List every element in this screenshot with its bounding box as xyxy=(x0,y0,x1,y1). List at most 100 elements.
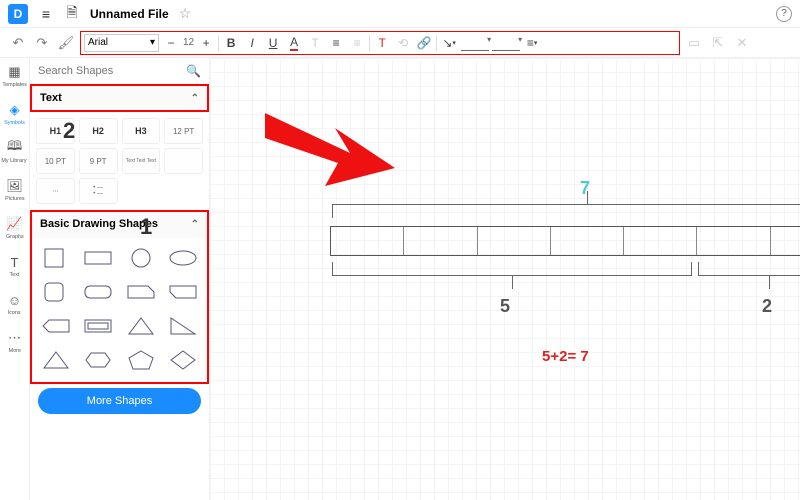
bar-cell[interactable] xyxy=(404,227,477,255)
nav-more[interactable]: ⋯More xyxy=(7,330,23,354)
diagram-total-label: 7 xyxy=(580,178,590,199)
file-icon[interactable]: 🗎 xyxy=(64,6,80,22)
text-blank[interactable] xyxy=(164,148,203,174)
text-10pt[interactable]: 10 PT xyxy=(36,148,75,174)
text-color-button[interactable]: A xyxy=(285,34,303,52)
nav-graphs[interactable]: 📈Graphs xyxy=(5,216,25,240)
library-icon: 🕮 xyxy=(6,140,22,156)
app-logo[interactable]: D xyxy=(8,4,28,24)
connector-button[interactable]: ↘▾ xyxy=(440,34,458,52)
underline-button[interactable]: U xyxy=(264,34,282,52)
diagram-left-label: 5 xyxy=(500,296,510,317)
text-style-button[interactable]: T xyxy=(373,34,391,52)
templates-icon: ▦ xyxy=(6,64,22,80)
align-button[interactable]: ≡ xyxy=(327,34,345,52)
bracket-bottom-right xyxy=(698,262,800,276)
text-12pt[interactable]: 12 PT xyxy=(164,118,203,144)
format-toolbar: Arial▾ − 12 + B I U A T ≡ ≡ T ⟲ 🔗 ↘▾ ≡▾ xyxy=(80,31,680,55)
shape-square[interactable] xyxy=(38,244,74,272)
section-shapes-header[interactable]: Basic Drawing Shapes ⌃ xyxy=(30,210,209,238)
search-input[interactable] xyxy=(38,65,180,77)
bar-cell[interactable] xyxy=(478,227,551,255)
symbols-icon: ◈ xyxy=(6,102,22,118)
italic-button[interactable]: I xyxy=(243,34,261,52)
shape-rectangle[interactable] xyxy=(80,244,116,272)
text-bullet[interactable]: • —• — xyxy=(79,178,118,204)
icons-icon: ☺ xyxy=(7,292,23,308)
font-name: Arial xyxy=(88,37,108,48)
link-button[interactable]: 🔗 xyxy=(415,34,433,52)
favorite-icon[interactable]: ☆ xyxy=(179,5,192,22)
nav-mylibrary[interactable]: 🕮My Library xyxy=(0,140,28,164)
undo-icon[interactable]: ↶ xyxy=(8,33,28,53)
help-icon[interactable]: ? xyxy=(776,6,792,22)
text-9pt[interactable]: 9 PT xyxy=(79,148,118,174)
bar-cell[interactable] xyxy=(697,227,770,255)
annotation-step-2: 2 xyxy=(63,118,75,144)
font-increase[interactable]: + xyxy=(197,34,215,52)
nav-pictures[interactable]: 🖼Pictures xyxy=(4,178,26,202)
layout-icon[interactable]: ▭ xyxy=(684,33,704,53)
section-text-header[interactable]: Text ⌃ xyxy=(30,84,209,112)
bar-cell[interactable] xyxy=(551,227,624,255)
file-name: Unnamed File xyxy=(90,7,169,21)
shape-diamond[interactable] xyxy=(165,346,201,374)
brush-icon[interactable]: 🖌 xyxy=(56,33,76,53)
text-template-1[interactable]: ⋯ xyxy=(36,178,75,204)
shape-pentagon[interactable] xyxy=(123,346,159,374)
more-icon: ⋯ xyxy=(7,330,23,346)
chevron-up-icon: ⌃ xyxy=(191,219,199,230)
text-highlight-button[interactable]: T xyxy=(306,34,324,52)
nav-icons[interactable]: ☺Icons xyxy=(7,292,23,316)
shape-triangle[interactable] xyxy=(123,312,159,340)
font-decrease[interactable]: − xyxy=(162,34,180,52)
shape-circle[interactable] xyxy=(123,244,159,272)
lock-icon[interactable]: ✕ xyxy=(732,33,752,53)
nav-templates[interactable]: ▦Templates xyxy=(1,64,28,88)
annotation-step-1: 1 xyxy=(140,214,152,240)
shape-double-rect[interactable] xyxy=(80,312,116,340)
bold-button[interactable]: B xyxy=(222,34,240,52)
font-select[interactable]: Arial▾ xyxy=(84,34,159,52)
rotate-button[interactable]: ⟲ xyxy=(394,34,412,52)
text-icon: T xyxy=(7,254,23,270)
shape-ellipse[interactable] xyxy=(165,244,201,272)
search-shapes: 🔍 xyxy=(30,58,209,84)
canvas[interactable]: 7 5 2 5+2= 7 xyxy=(210,58,800,500)
shape-tag[interactable] xyxy=(38,312,74,340)
shape-rounded-rect[interactable] xyxy=(80,278,116,306)
search-icon[interactable]: 🔍 xyxy=(186,64,201,78)
bracket-bottom-left xyxy=(332,262,692,276)
more-shapes-button[interactable]: More Shapes xyxy=(38,388,201,414)
graphs-icon: 📈 xyxy=(7,216,23,232)
font-size: 12 xyxy=(183,37,194,48)
line-height-button[interactable]: ≡ xyxy=(348,34,366,52)
shape-triangle-2[interactable] xyxy=(38,346,74,374)
text-h2[interactable]: H2 xyxy=(79,118,118,144)
redo-icon[interactable]: ↷ xyxy=(32,33,52,53)
list-button[interactable]: ≡▾ xyxy=(523,34,541,52)
annotation-arrow xyxy=(260,98,400,198)
bar-cell[interactable] xyxy=(771,227,800,255)
chevron-up-icon: ⌃ xyxy=(191,93,199,104)
shape-right-triangle[interactable] xyxy=(165,312,201,340)
shape-hexagon[interactable] xyxy=(80,346,116,374)
diagram-equation: 5+2= 7 xyxy=(542,348,589,365)
shape-cut-corner[interactable] xyxy=(123,278,159,306)
menu-icon[interactable]: ≡ xyxy=(38,6,54,22)
line-weight-select[interactable] xyxy=(492,35,520,51)
text-h3[interactable]: H3 xyxy=(122,118,161,144)
nav-text[interactable]: TText xyxy=(7,254,23,278)
line-style-select[interactable] xyxy=(461,35,489,51)
pictures-icon: 🖼 xyxy=(7,178,23,194)
section-text-label: Text xyxy=(40,92,62,104)
shape-rounded-square[interactable] xyxy=(38,278,74,306)
text-lines[interactable]: Text Text Text xyxy=(122,148,161,174)
shape-card[interactable] xyxy=(165,278,201,306)
bar-cell[interactable] xyxy=(624,227,697,255)
export-icon[interactable]: ⇱ xyxy=(708,33,728,53)
nav-symbols[interactable]: ◈Symbols xyxy=(3,102,26,126)
bar-cell[interactable] xyxy=(331,227,404,255)
bar-row[interactable] xyxy=(330,226,800,256)
diagram-right-label: 2 xyxy=(762,296,772,317)
